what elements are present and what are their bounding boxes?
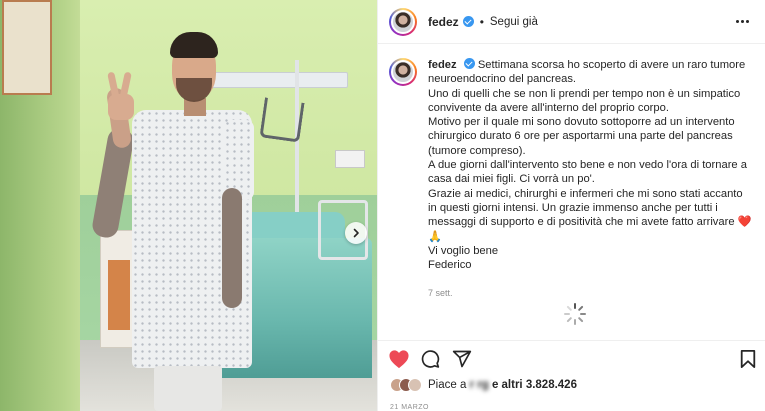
wall-frame [2,0,52,95]
caption-text: fedez Settimana scorsa ho scoperto di av… [428,58,752,301]
chevron-right-icon [353,228,359,238]
like-button[interactable] [387,347,411,371]
caption-timestamp[interactable]: 7 sett. [428,286,752,300]
hair [170,32,218,58]
avatar-image [391,60,415,84]
heart-icon [389,350,409,369]
carousel-next-button[interactable] [345,222,367,244]
username[interactable]: fedez [428,15,459,29]
avatar[interactable] [389,7,417,36]
caption-first-line: Settimana scorsa ho scoperto di avere un… [428,59,746,86]
liker-avatar [408,378,422,392]
send-icon [452,350,472,368]
likes-prefix: Piace a [428,379,467,391]
wall-outlet [335,150,365,168]
dot-separator: • [479,14,484,29]
post-photo[interactable] [0,0,377,411]
save-button[interactable] [736,347,760,371]
caption-line: Motivo per il quale mi sono dovuto sotto… [428,116,735,157]
caption-line: Federico [428,259,472,272]
caption-line: Grazie ai medici, chirurghi e infermeri … [428,187,752,243]
person [90,28,256,411]
following-button[interactable]: Segui già [490,16,538,28]
legs [154,366,222,411]
peace-sign-hand [108,94,134,120]
verified-badge-icon [462,16,474,27]
comment-button[interactable] [418,347,442,371]
post-header: fedez • Segui già [378,0,765,44]
action-bar [378,340,765,374]
liker-name-blurred[interactable]: r rg [470,379,489,391]
avatar-image [391,9,415,34]
right-arm [222,188,242,308]
beard [176,78,212,102]
caption-line: A due giorni dall'intervento sto bene e … [428,159,747,186]
bookmark-icon [740,350,756,368]
caption-username[interactable]: fedez [428,59,457,71]
likes-count[interactable]: e altri 3.828.426 [492,379,577,391]
verified-badge-icon [463,58,475,69]
likes-text[interactable]: Piace a r rg e altri 3.828.426 [428,379,577,391]
loading-spinner-icon [564,303,586,325]
caption-line: Uno di quelli che se non li prendi per t… [428,87,741,114]
more-options-button[interactable] [732,11,752,31]
caption-line: Vi voglio bene [428,244,499,257]
bed-handle [259,97,305,143]
more-options-icon [735,19,749,23]
post-date: 21 MARZO [390,404,430,411]
comment-icon [421,350,440,368]
post-panel: fedez • Segui già fedez Settimana scorsa… [377,0,765,411]
share-button[interactable] [450,347,474,371]
liker-avatars[interactable] [390,378,422,392]
caption-avatar[interactable] [389,58,417,86]
caption: fedez Settimana scorsa ho scoperto di av… [378,52,765,301]
likes-row: Piace a r rg e altri 3.828.426 [390,378,577,392]
